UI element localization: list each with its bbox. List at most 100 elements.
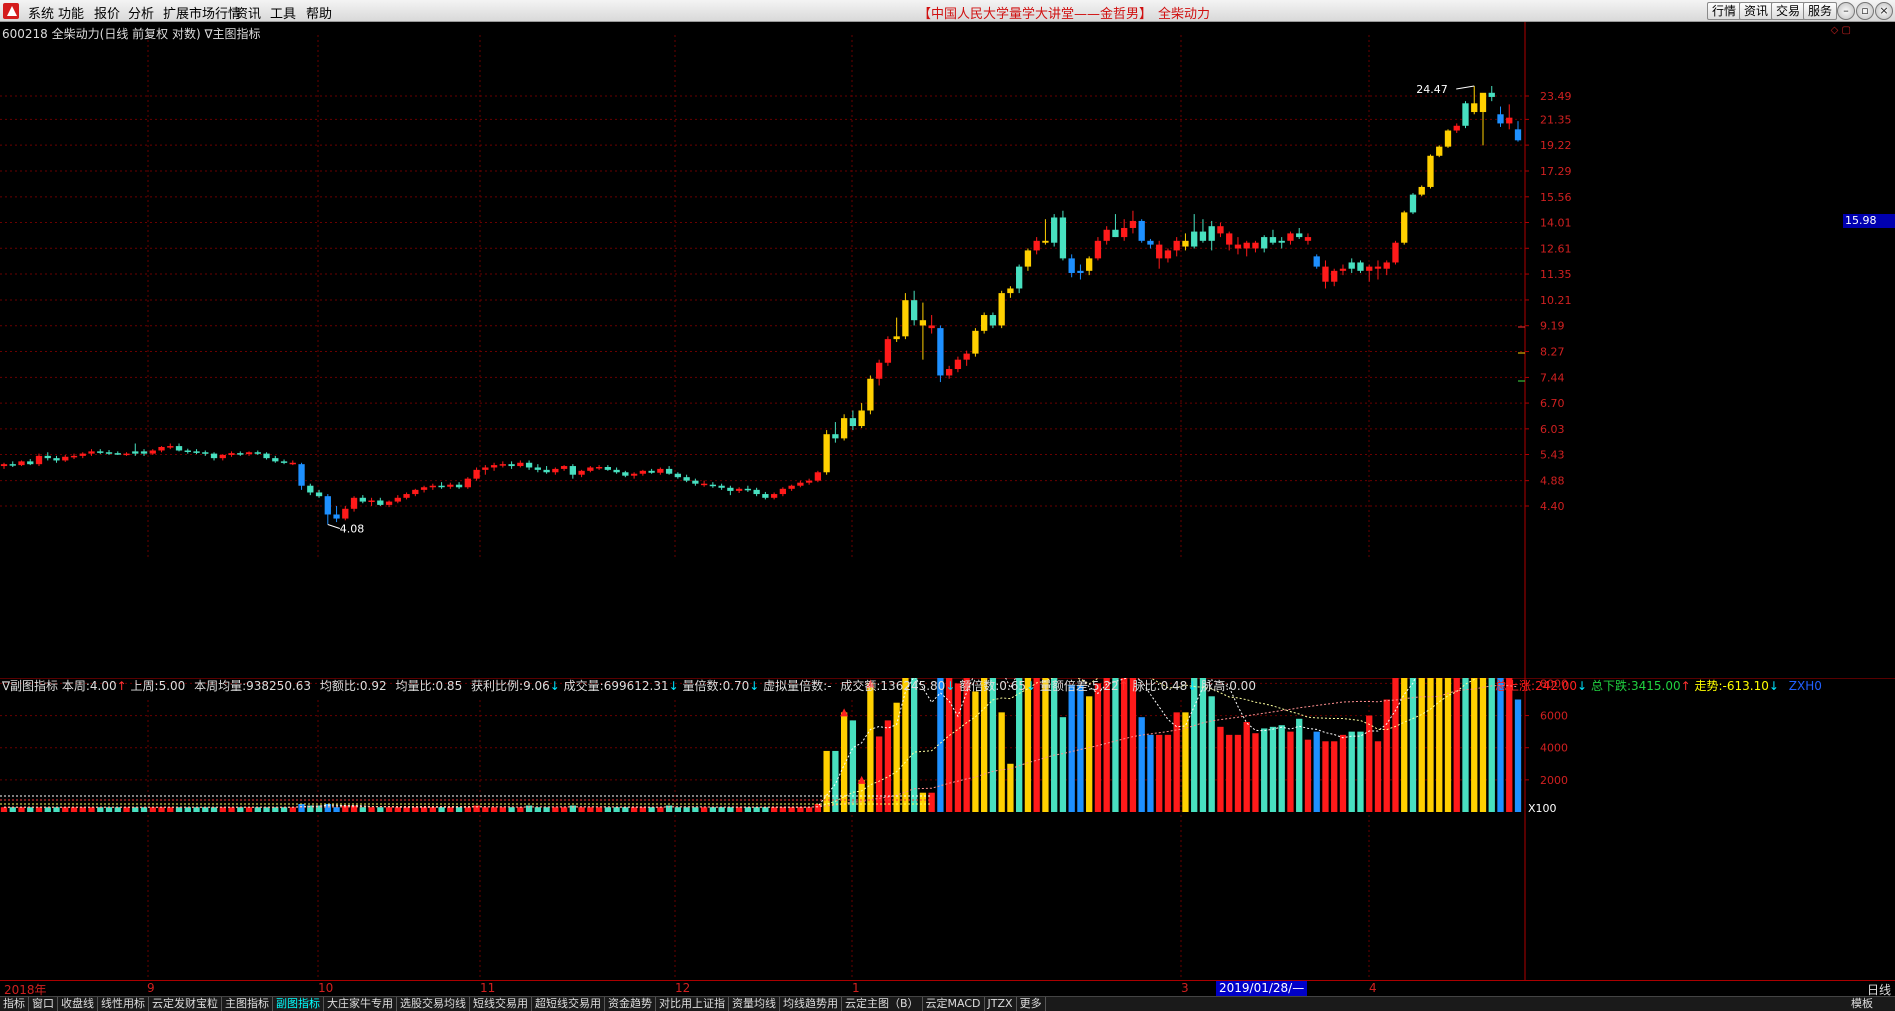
unit-label: ZXH0 bbox=[1788, 679, 1822, 693]
volume-bar bbox=[1304, 739, 1312, 812]
candle-body bbox=[744, 488, 752, 491]
candle-body bbox=[1173, 240, 1180, 251]
candle-body bbox=[1191, 231, 1198, 247]
tab-6[interactable]: 副图指标 bbox=[273, 997, 324, 1011]
menu-system[interactable]: 系统 bbox=[28, 3, 54, 22]
stat-label: 量额倍差: bbox=[1039, 679, 1092, 693]
menu-news[interactable]: 资讯 bbox=[235, 3, 261, 22]
restore-icon[interactable]: ▫ bbox=[1856, 2, 1874, 20]
volume-bar bbox=[0, 807, 8, 812]
candle-body bbox=[1479, 92, 1487, 113]
tab-14[interactable]: 均线趋势用 bbox=[780, 997, 842, 1011]
candle-body bbox=[1313, 256, 1320, 267]
template-tab[interactable]: 模板 bbox=[1851, 997, 1873, 1011]
volume-bar bbox=[1094, 683, 1102, 812]
candle-body bbox=[1164, 250, 1172, 259]
main-indicator-toggle[interactable]: ∇主图指标 bbox=[204, 27, 260, 41]
tab-10[interactable]: 超短线交易用 bbox=[532, 997, 605, 1011]
tab-11[interactable]: 资金趋势 bbox=[605, 997, 656, 1011]
volume-bar bbox=[1173, 712, 1180, 812]
candle-body bbox=[735, 488, 743, 491]
trade-button[interactable]: 交易 bbox=[1771, 2, 1806, 20]
price-axis-label: 4.40 bbox=[1540, 500, 1565, 513]
volume-chart[interactable]: 1400012000100008000600040002000X100 bbox=[0, 678, 1895, 980]
tab-17[interactable]: JTZX bbox=[985, 997, 1017, 1011]
menu-extended-market[interactable]: 扩展市场行情 bbox=[163, 3, 241, 22]
candle-body bbox=[797, 482, 804, 486]
tab-8[interactable]: 选股交易均线 bbox=[397, 997, 470, 1011]
tab-3[interactable]: 线性用标 bbox=[98, 997, 149, 1011]
volume-bar bbox=[753, 807, 760, 812]
close-icon[interactable]: × bbox=[1875, 2, 1893, 20]
chart-corner-icons[interactable]: ◇ ▢ bbox=[1831, 25, 1851, 36]
price-axis-label: 7.44 bbox=[1540, 371, 1565, 384]
stock-code: 600218 bbox=[2, 27, 48, 41]
volume-bar bbox=[228, 807, 235, 812]
candle-body bbox=[665, 468, 673, 474]
volume-bar bbox=[149, 807, 156, 812]
volume-bar bbox=[1129, 678, 1137, 812]
volume-bar bbox=[823, 750, 830, 812]
candle-body bbox=[1243, 242, 1250, 249]
volume-bar bbox=[210, 807, 218, 812]
volume-bar bbox=[105, 807, 113, 812]
tab-9[interactable]: 短线交易用 bbox=[470, 997, 532, 1011]
candle-body bbox=[105, 452, 113, 454]
volume-scale-label: X100 bbox=[1528, 802, 1557, 815]
menu-function[interactable]: 功能 bbox=[58, 3, 84, 22]
volume-bar bbox=[263, 807, 270, 812]
volume-bar bbox=[981, 678, 988, 812]
window-title: 【中国人民大学量学大讲堂——金哲男】 全柴动力 bbox=[918, 3, 1210, 22]
volume-bar bbox=[788, 807, 795, 812]
volume-bar bbox=[1068, 685, 1075, 812]
candle-body bbox=[114, 453, 121, 455]
volume-bar bbox=[875, 736, 883, 812]
candle-body bbox=[280, 461, 288, 463]
candle-body bbox=[1059, 217, 1067, 259]
stat-label: 本周: bbox=[61, 679, 90, 693]
tab-13[interactable]: 资量均线 bbox=[729, 997, 780, 1011]
menu-help[interactable]: 帮助 bbox=[306, 3, 332, 22]
tab-15[interactable]: 云定主图（B） bbox=[842, 997, 923, 1011]
candle-body bbox=[1269, 237, 1277, 243]
candle-body bbox=[928, 325, 935, 329]
arrow-down-icon: ↓ bbox=[1768, 679, 1779, 693]
tab-5[interactable]: 主图指标 bbox=[222, 997, 273, 1011]
stat-value: - bbox=[827, 679, 832, 693]
high-marker-line bbox=[1456, 85, 1475, 90]
app-logo-icon[interactable] bbox=[3, 3, 19, 19]
news-button[interactable]: 资讯 bbox=[1739, 2, 1774, 20]
candle-body bbox=[1261, 237, 1268, 249]
tab-16[interactable]: 云定MACD bbox=[923, 997, 985, 1011]
menu-tools[interactable]: 工具 bbox=[270, 3, 296, 22]
candle-body bbox=[368, 500, 375, 502]
tab-18[interactable]: 更多 bbox=[1017, 997, 1046, 1011]
candle-body bbox=[1077, 270, 1084, 273]
volume-bar bbox=[543, 807, 550, 812]
candle-body bbox=[482, 467, 489, 470]
service-button[interactable]: 服务 bbox=[1803, 2, 1838, 20]
volume-bar bbox=[1269, 726, 1277, 812]
price-axis-label: 8.27 bbox=[1540, 346, 1565, 359]
candle-body bbox=[149, 450, 156, 454]
tab-0[interactable]: 指标 bbox=[0, 997, 29, 1011]
tab-12[interactable]: 对比用上证指 bbox=[656, 997, 729, 1011]
sub-indicator-toggle[interactable]: ∇副图指标 bbox=[2, 679, 58, 693]
menu-quotes[interactable]: 报价 bbox=[94, 3, 120, 22]
quotes-button[interactable]: 行情 bbox=[1707, 2, 1742, 20]
tab-2[interactable]: 收盘线 bbox=[58, 997, 98, 1011]
tab-4[interactable]: 云定发财宝粒 bbox=[149, 997, 222, 1011]
price-chart[interactable]: 23.49 21.35 19.22 17.29 15.56 14.01 12.61 11.35… bbox=[0, 22, 1895, 678]
candle-body bbox=[718, 485, 725, 488]
candle-body bbox=[902, 300, 909, 337]
candle-body bbox=[447, 484, 454, 487]
candle-body bbox=[1418, 186, 1425, 195]
minimize-icon[interactable]: – bbox=[1837, 2, 1855, 20]
price-axis-label: 17.29 bbox=[1540, 165, 1572, 178]
tab-1[interactable]: 窗口 bbox=[29, 997, 58, 1011]
menu-analysis[interactable]: 分析 bbox=[128, 3, 154, 22]
date-label: 10 bbox=[318, 981, 334, 995]
tab-7[interactable]: 大庄家牛专用 bbox=[324, 997, 397, 1011]
price-axis-label: 4.88 bbox=[1540, 475, 1565, 488]
candle-body bbox=[849, 418, 857, 427]
